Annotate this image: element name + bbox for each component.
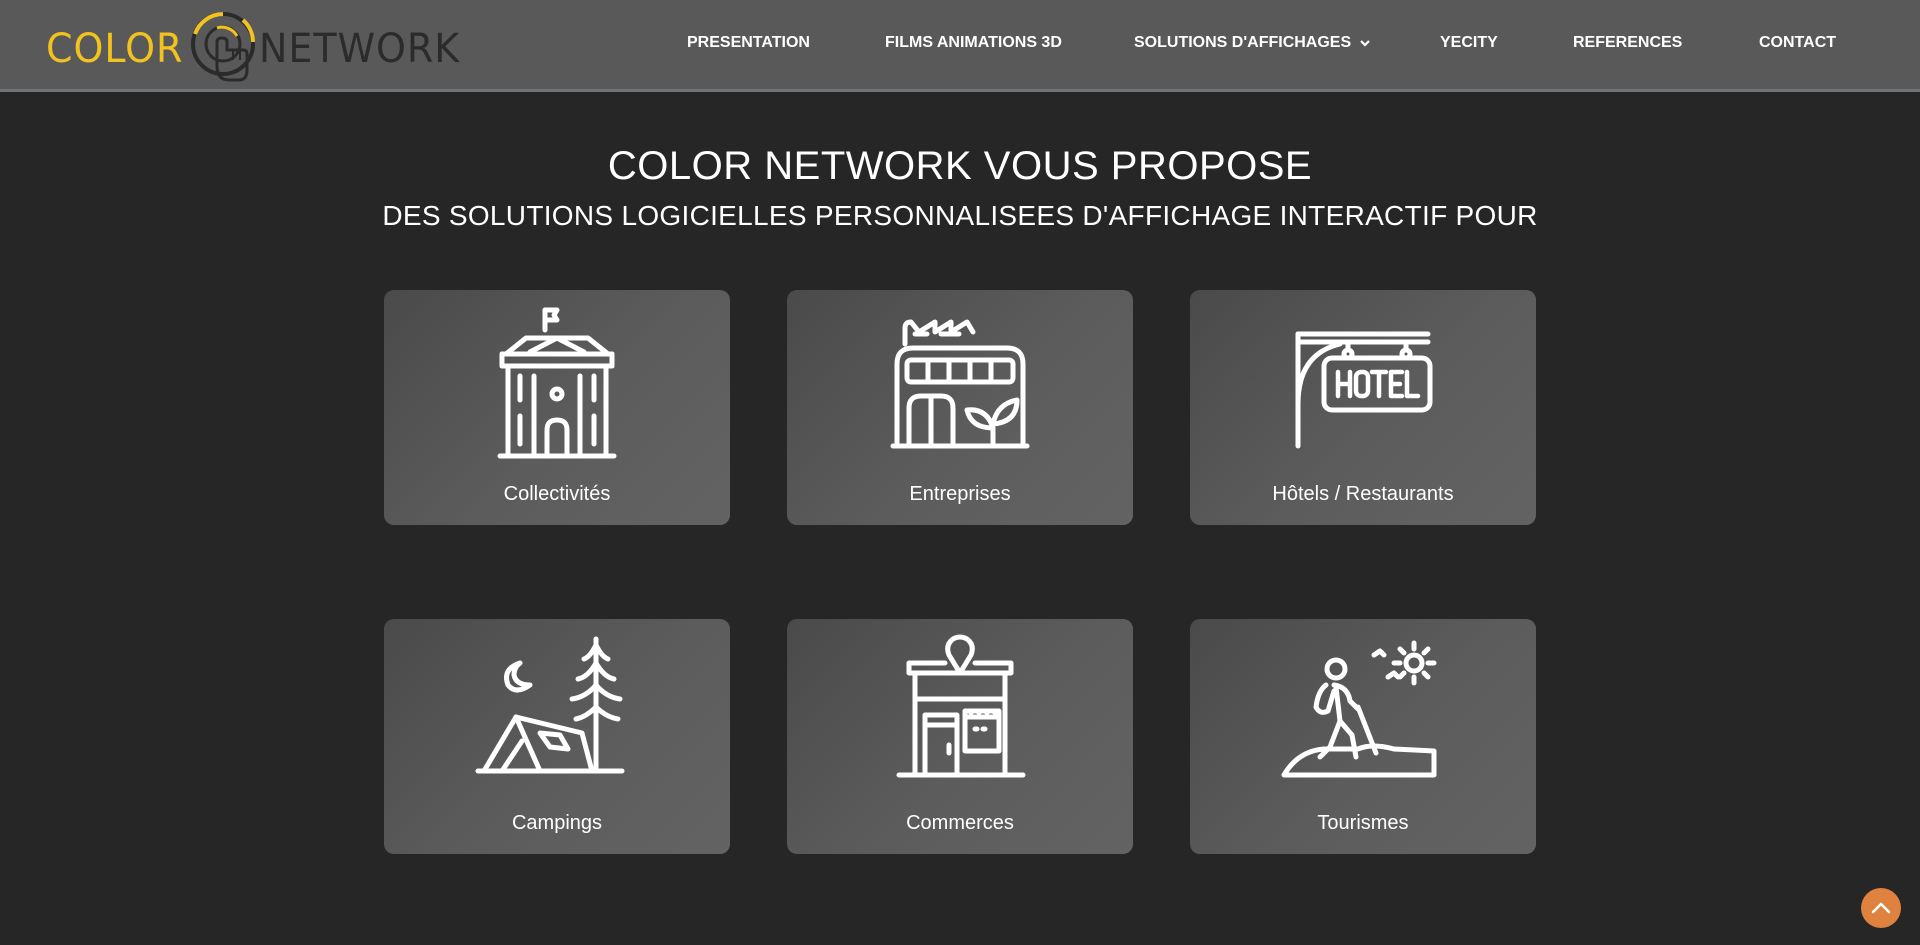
card-campings[interactable]: Campings: [384, 619, 730, 854]
card-tourismes[interactable]: Tourismes: [1190, 619, 1536, 854]
hiker-icon: [1281, 640, 1437, 778]
card-label: Campings: [511, 812, 603, 834]
page-subtitle: DES SOLUTIONS LOGICIELLES PERSONNALISEES…: [382, 200, 1538, 231]
page-title: COLOR NETWORK VOUS PROPOSE: [607, 144, 1313, 188]
factory-icon: [890, 319, 1030, 449]
nav-item-films[interactable]: FILMS ANIMATIONS 3D: [885, 30, 1062, 56]
card-label: Commerces: [906, 812, 1014, 834]
chevron-up-icon: [1871, 902, 1891, 914]
card-commerces[interactable]: Commerces: [787, 619, 1133, 854]
card-entreprises[interactable]: Entreprises: [787, 290, 1133, 525]
nav-item-yecity[interactable]: YECITY: [1440, 30, 1498, 56]
card-label: Collectivités: [503, 483, 611, 505]
chevron-down-icon: [1359, 39, 1370, 47]
nav-item-solutions[interactable]: SOLUTIONS D'AFFICHAGES: [1134, 30, 1370, 56]
nav-item-contact[interactable]: CONTACT: [1759, 30, 1836, 56]
nav-item-references[interactable]: REFERENCES: [1573, 30, 1682, 56]
scroll-to-top-button[interactable]: [1861, 888, 1901, 928]
town-hall-icon: [497, 307, 617, 459]
shop-icon: [896, 634, 1026, 778]
card-hotels-restaurants[interactable]: Hôtels / Restaurants: [1190, 290, 1536, 525]
nav-item-presentation[interactable]: PRESENTATION: [687, 30, 810, 56]
site-header: COLOR NETWORK PRESENTATION FILMS ANIMATI…: [0, 0, 1920, 92]
card-label: Entreprises: [909, 483, 1011, 505]
main-nav: PRESENTATION FILMS ANIMATIONS 3D SOLUTIO…: [0, 30, 1920, 60]
card-label: Tourismes: [1317, 812, 1409, 834]
card-collectivites[interactable]: Collectivités: [384, 290, 730, 525]
tent-icon: [475, 636, 625, 774]
nav-item-solutions-label: SOLUTIONS D'AFFICHAGES: [1134, 34, 1352, 51]
hotel-sign-icon: [1295, 331, 1433, 449]
card-label: Hôtels / Restaurants: [1272, 483, 1454, 505]
